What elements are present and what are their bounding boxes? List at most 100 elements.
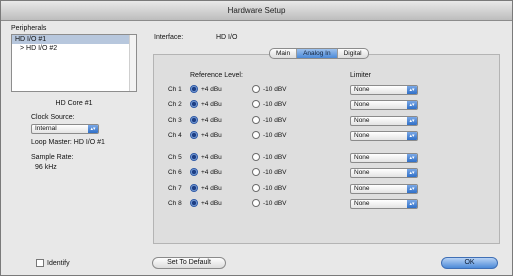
clock-source-select[interactable]: Internal ▴▾ xyxy=(31,124,99,134)
ref-option-minus10[interactable]: -10 dBV xyxy=(252,116,287,124)
channel-row: Ch 1 +4 dBu -10 dBV None ▴▾ xyxy=(168,85,468,95)
radio-button-icon[interactable] xyxy=(190,184,198,192)
limiter-value: None xyxy=(354,169,370,176)
limiter-value: None xyxy=(354,86,370,93)
ref-option-label: +4 dBu xyxy=(201,116,222,124)
hardware-setup-window: Hardware Setup Peripherals HD I/O #1 > H… xyxy=(0,0,513,276)
ref-option-plus4[interactable]: +4 dBu xyxy=(190,184,222,192)
limiter-value: None xyxy=(354,185,370,192)
peripheral-item-hd-io-1[interactable]: HD I/O #1 xyxy=(12,35,136,44)
channel-label: Ch 7 xyxy=(168,185,182,192)
radio-button-icon[interactable] xyxy=(252,153,260,161)
radio-button-icon[interactable] xyxy=(190,100,198,108)
channel-label: Ch 8 xyxy=(168,200,182,207)
radio-button-icon[interactable] xyxy=(252,184,260,192)
ok-button[interactable]: OK xyxy=(441,257,498,269)
ref-option-plus4[interactable]: +4 dBu xyxy=(190,153,222,161)
updown-arrows-icon: ▴▾ xyxy=(407,200,417,208)
limiter-select[interactable]: None ▴▾ xyxy=(350,131,418,141)
radio-button-icon[interactable] xyxy=(190,168,198,176)
peripherals-label: Peripherals xyxy=(11,25,47,32)
identify-checkbox[interactable] xyxy=(36,259,44,267)
channel-label: Ch 1 xyxy=(168,86,182,93)
radio-button-icon[interactable] xyxy=(252,100,260,108)
limiter-select[interactable]: None ▴▾ xyxy=(350,184,418,194)
radio-button-icon[interactable] xyxy=(252,131,260,139)
updown-arrows-icon: ▴▾ xyxy=(88,125,98,133)
settings-panel xyxy=(153,54,500,244)
limiter-select[interactable]: None ▴▾ xyxy=(350,85,418,95)
ref-option-label: -10 dBV xyxy=(263,168,287,176)
tab-bar: Main Analog In Digital xyxy=(269,48,369,59)
channel-row: Ch 4 +4 dBu -10 dBV None ▴▾ xyxy=(168,131,468,141)
peripheral-item-hd-io-2[interactable]: > HD I/O #2 xyxy=(12,44,136,53)
tab-digital[interactable]: Digital xyxy=(338,49,368,58)
ref-option-plus4[interactable]: +4 dBu xyxy=(190,100,222,108)
ref-option-label: -10 dBV xyxy=(263,85,287,93)
ref-option-label: +4 dBu xyxy=(201,168,222,176)
limiter-value: None xyxy=(354,132,370,139)
limiter-value: None xyxy=(354,154,370,161)
channel-row: Ch 3 +4 dBu -10 dBV None ▴▾ xyxy=(168,116,468,126)
ref-option-label: +4 dBu xyxy=(201,100,222,108)
ref-option-minus10[interactable]: -10 dBV xyxy=(252,131,287,139)
set-to-default-button[interactable]: Set To Default xyxy=(152,257,226,269)
ref-option-plus4[interactable]: +4 dBu xyxy=(190,199,222,207)
updown-arrows-icon: ▴▾ xyxy=(407,169,417,177)
updown-arrows-icon: ▴▾ xyxy=(407,86,417,94)
ref-option-plus4[interactable]: +4 dBu xyxy=(190,116,222,124)
updown-arrows-icon: ▴▾ xyxy=(407,101,417,109)
ref-option-minus10[interactable]: -10 dBV xyxy=(252,85,287,93)
ref-option-plus4[interactable]: +4 dBu xyxy=(190,168,222,176)
channel-label: Ch 4 xyxy=(168,132,182,139)
window-title: Hardware Setup xyxy=(1,1,512,21)
ref-option-plus4[interactable]: +4 dBu xyxy=(190,85,222,93)
channel-label: Ch 5 xyxy=(168,154,182,161)
channel-row: Ch 8 +4 dBu -10 dBV None ▴▾ xyxy=(168,199,468,209)
limiter-select[interactable]: None ▴▾ xyxy=(350,199,418,209)
identify-checkbox-group[interactable]: Identify xyxy=(36,259,70,267)
radio-button-icon[interactable] xyxy=(252,199,260,207)
ref-option-label: -10 dBV xyxy=(263,184,287,192)
ref-option-minus10[interactable]: -10 dBV xyxy=(252,100,287,108)
limiter-select[interactable]: None ▴▾ xyxy=(350,100,418,110)
limiter-select[interactable]: None ▴▾ xyxy=(350,153,418,163)
channel-row: Ch 7 +4 dBu -10 dBV None ▴▾ xyxy=(168,184,468,194)
ref-option-minus10[interactable]: -10 dBV xyxy=(252,184,287,192)
limiter-value: None xyxy=(354,200,370,207)
peripherals-scrollbar[interactable] xyxy=(129,35,136,91)
radio-button-icon[interactable] xyxy=(190,116,198,124)
radio-button-icon[interactable] xyxy=(252,168,260,176)
ref-option-plus4[interactable]: +4 dBu xyxy=(190,131,222,139)
channel-row: Ch 5 +4 dBu -10 dBV None ▴▾ xyxy=(168,153,468,163)
clock-source-label: Clock Source: xyxy=(31,114,75,121)
tab-main[interactable]: Main xyxy=(270,49,298,58)
channel-row: Ch 2 +4 dBu -10 dBV None ▴▾ xyxy=(168,100,468,110)
ref-option-label: +4 dBu xyxy=(201,131,222,139)
radio-button-icon[interactable] xyxy=(190,85,198,93)
ref-option-label: +4 dBu xyxy=(201,85,222,93)
interface-value: HD I/O xyxy=(216,34,238,41)
limiter-value: None xyxy=(354,101,370,108)
radio-button-icon[interactable] xyxy=(190,131,198,139)
ref-option-label: -10 dBV xyxy=(263,116,287,124)
ref-option-minus10[interactable]: -10 dBV xyxy=(252,168,287,176)
ref-option-minus10[interactable]: -10 dBV xyxy=(252,199,287,207)
tab-analog-in[interactable]: Analog In xyxy=(297,49,338,58)
peripherals-list[interactable]: HD I/O #1 > HD I/O #2 xyxy=(11,34,137,92)
limiter-value: None xyxy=(354,117,370,124)
ref-option-label: +4 dBu xyxy=(201,153,222,161)
limiter-select[interactable]: None ▴▾ xyxy=(350,168,418,178)
radio-button-icon[interactable] xyxy=(252,85,260,93)
identify-label: Identify xyxy=(47,259,70,267)
limiter-select[interactable]: None ▴▾ xyxy=(350,116,418,126)
ref-option-label: -10 dBV xyxy=(263,153,287,161)
radio-button-icon[interactable] xyxy=(252,116,260,124)
channel-row: Ch 6 +4 dBu -10 dBV None ▴▾ xyxy=(168,168,468,178)
radio-button-icon[interactable] xyxy=(190,199,198,207)
limiter-header: Limiter xyxy=(350,72,372,79)
interface-label: Interface: xyxy=(154,34,184,41)
ref-option-minus10[interactable]: -10 dBV xyxy=(252,153,287,161)
updown-arrows-icon: ▴▾ xyxy=(407,117,417,125)
radio-button-icon[interactable] xyxy=(190,153,198,161)
